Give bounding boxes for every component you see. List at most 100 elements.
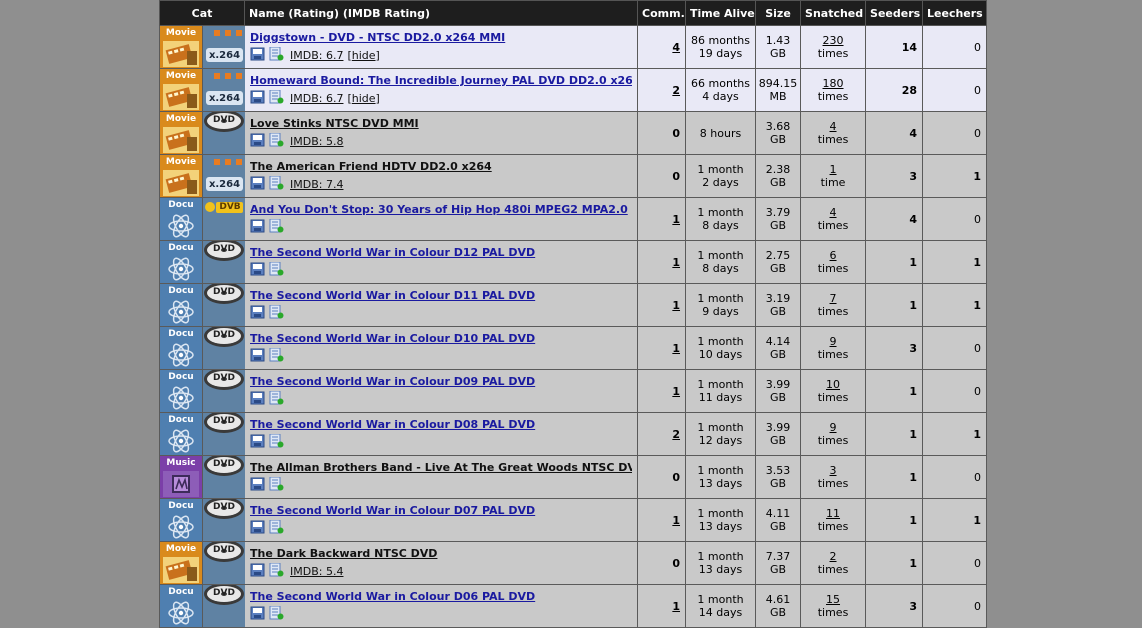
download-icon[interactable] bbox=[250, 305, 265, 322]
download-icon[interactable] bbox=[250, 262, 265, 279]
imdb-rating-link[interactable]: IMDB: 5.8 bbox=[290, 135, 343, 148]
nfo-icon[interactable] bbox=[269, 304, 284, 322]
category-cell[interactable]: Docu bbox=[159, 240, 203, 284]
snatched-count[interactable]: 7 times bbox=[800, 283, 867, 327]
nfo-icon[interactable] bbox=[269, 390, 284, 408]
torrent-name-cell: Diggstown - DVD - NTSC DD2.0 x264 MMI IMD… bbox=[244, 25, 639, 69]
comments-count[interactable]: 1 bbox=[637, 283, 687, 327]
col-header-leechers[interactable]: Leechers bbox=[922, 0, 988, 26]
snatched-count[interactable]: 6 times bbox=[800, 240, 867, 284]
hide-toggle[interactable]: [hide] bbox=[347, 92, 379, 105]
col-header-time-alive[interactable]: Time Alive bbox=[685, 0, 757, 26]
download-icon[interactable] bbox=[250, 219, 265, 236]
download-icon[interactable] bbox=[250, 563, 265, 580]
comments-count[interactable]: 2 bbox=[637, 68, 687, 112]
nfo-icon[interactable] bbox=[269, 605, 284, 623]
col-header-comments[interactable]: Comm. bbox=[637, 0, 687, 26]
category-cell[interactable]: Docu bbox=[159, 197, 203, 241]
torrent-name-link[interactable]: Diggstown - DVD - NTSC DD2.0 x264 MMI bbox=[250, 31, 632, 45]
torrent-name-link[interactable]: The Allman Brothers Band - Live At The G… bbox=[250, 461, 632, 475]
download-icon[interactable] bbox=[250, 520, 265, 537]
comments-count[interactable]: 2 bbox=[637, 412, 687, 456]
comments-count[interactable]: 1 bbox=[637, 326, 687, 370]
col-header-cat[interactable]: Cat bbox=[158, 0, 246, 26]
category-cell[interactable]: Docu bbox=[159, 369, 203, 413]
time-alive: 1 month 14 days bbox=[685, 584, 757, 628]
comments-count[interactable]: 1 bbox=[637, 584, 687, 628]
col-header-seeders[interactable]: Seeders bbox=[865, 0, 924, 26]
download-icon[interactable] bbox=[250, 477, 265, 494]
torrent-name-link[interactable]: The Second World War in Colour D08 PAL D… bbox=[250, 418, 632, 432]
torrent-name-link[interactable]: The Second World War in Colour D11 PAL D… bbox=[250, 289, 632, 303]
snatched-count[interactable]: 11 times bbox=[800, 498, 867, 542]
nfo-icon[interactable] bbox=[269, 519, 284, 537]
category-cell[interactable]: Docu bbox=[159, 584, 203, 628]
nfo-icon[interactable] bbox=[269, 89, 284, 107]
comments-count[interactable]: 1 bbox=[637, 369, 687, 413]
download-icon[interactable] bbox=[250, 47, 265, 64]
torrent-name-link[interactable]: The Second World War in Colour D06 PAL D… bbox=[250, 590, 632, 604]
category-cell[interactable]: Docu bbox=[159, 498, 203, 542]
nfo-icon[interactable] bbox=[269, 433, 284, 451]
imdb-rating-link[interactable]: IMDB: 6.7 bbox=[290, 92, 343, 105]
snatched-count[interactable]: 9 times bbox=[800, 412, 867, 456]
download-icon[interactable] bbox=[250, 348, 265, 365]
torrent-name-link[interactable]: The Second World War in Colour D12 PAL D… bbox=[250, 246, 632, 260]
snatched-count[interactable]: 9 times bbox=[800, 326, 867, 370]
category-cell[interactable]: Movie bbox=[159, 154, 203, 198]
nfo-icon[interactable] bbox=[269, 46, 284, 64]
snatched-count[interactable]: 1 time bbox=[800, 154, 867, 198]
dvd-icon: DVD bbox=[203, 370, 245, 412]
category-cell[interactable]: Docu bbox=[159, 326, 203, 370]
nfo-icon[interactable] bbox=[269, 175, 284, 193]
comments-count[interactable]: 4 bbox=[637, 25, 687, 69]
snatched-count[interactable]: 15 times bbox=[800, 584, 867, 628]
category-cell[interactable]: Movie bbox=[159, 111, 203, 155]
download-icon[interactable] bbox=[250, 434, 265, 451]
snatched-count[interactable]: 4 times bbox=[800, 111, 867, 155]
imdb-rating-link[interactable]: IMDB: 7.4 bbox=[290, 178, 343, 191]
snatched-count[interactable]: 2 times bbox=[800, 541, 867, 585]
download-icon[interactable] bbox=[250, 133, 265, 150]
torrent-name-link[interactable]: The Second World War in Colour D10 PAL D… bbox=[250, 332, 632, 346]
category-cell[interactable]: Docu bbox=[159, 412, 203, 456]
category-cell[interactable]: Movie bbox=[159, 68, 203, 112]
snatched-count[interactable]: 180 times bbox=[800, 68, 867, 112]
torrent-name-link[interactable]: The Second World War in Colour D09 PAL D… bbox=[250, 375, 632, 389]
snatched-count[interactable]: 10 times bbox=[800, 369, 867, 413]
hide-toggle[interactable]: [hide] bbox=[347, 49, 379, 62]
download-icon[interactable] bbox=[250, 606, 265, 623]
download-icon[interactable] bbox=[250, 90, 265, 107]
col-header-size[interactable]: Size bbox=[755, 0, 802, 26]
nfo-icon[interactable] bbox=[269, 476, 284, 494]
download-icon[interactable] bbox=[250, 176, 265, 193]
nfo-icon[interactable] bbox=[269, 347, 284, 365]
torrent-name-link[interactable]: The Second World War in Colour D07 PAL D… bbox=[250, 504, 632, 518]
torrent-name-link[interactable]: And You Don't Stop: 30 Years of Hip Hop … bbox=[250, 203, 632, 217]
category-cell[interactable]: Music bbox=[159, 455, 203, 499]
comments-count[interactable]: 1 bbox=[637, 240, 687, 284]
col-header-snatched[interactable]: Snatched bbox=[800, 0, 867, 26]
nfo-icon[interactable] bbox=[269, 562, 284, 580]
snatched-count[interactable]: 3 times bbox=[800, 455, 867, 499]
comments-count[interactable]: 1 bbox=[637, 498, 687, 542]
format-cell: x.264 bbox=[201, 25, 246, 69]
nfo-icon[interactable] bbox=[269, 261, 284, 279]
category-cell[interactable]: Movie bbox=[159, 541, 203, 585]
nfo-icon[interactable] bbox=[269, 132, 284, 150]
imdb-rating-link[interactable]: IMDB: 6.7 bbox=[290, 49, 343, 62]
torrent-name-link[interactable]: The Dark Backward NTSC DVD bbox=[250, 547, 632, 561]
torrent-name-link[interactable]: Love Stinks NTSC DVD MMI bbox=[250, 117, 632, 131]
imdb-rating-link[interactable]: IMDB: 5.4 bbox=[290, 565, 343, 578]
col-header-name[interactable]: Name (Rating) (IMDB Rating) bbox=[244, 0, 639, 26]
torrent-name-link[interactable]: The American Friend HDTV DD2.0 x264 bbox=[250, 160, 632, 174]
comments-count[interactable]: 1 bbox=[637, 197, 687, 241]
torrent-name-link[interactable]: Homeward Bound: The Incredible Journey P… bbox=[250, 74, 632, 88]
table-row: Docu DVD The Second World War in Colour D0… bbox=[159, 369, 988, 413]
download-icon[interactable] bbox=[250, 391, 265, 408]
category-cell[interactable]: Movie bbox=[159, 25, 203, 69]
category-cell[interactable]: Docu bbox=[159, 283, 203, 327]
nfo-icon[interactable] bbox=[269, 218, 284, 236]
snatched-count[interactable]: 230 times bbox=[800, 25, 867, 69]
snatched-count[interactable]: 4 times bbox=[800, 197, 867, 241]
